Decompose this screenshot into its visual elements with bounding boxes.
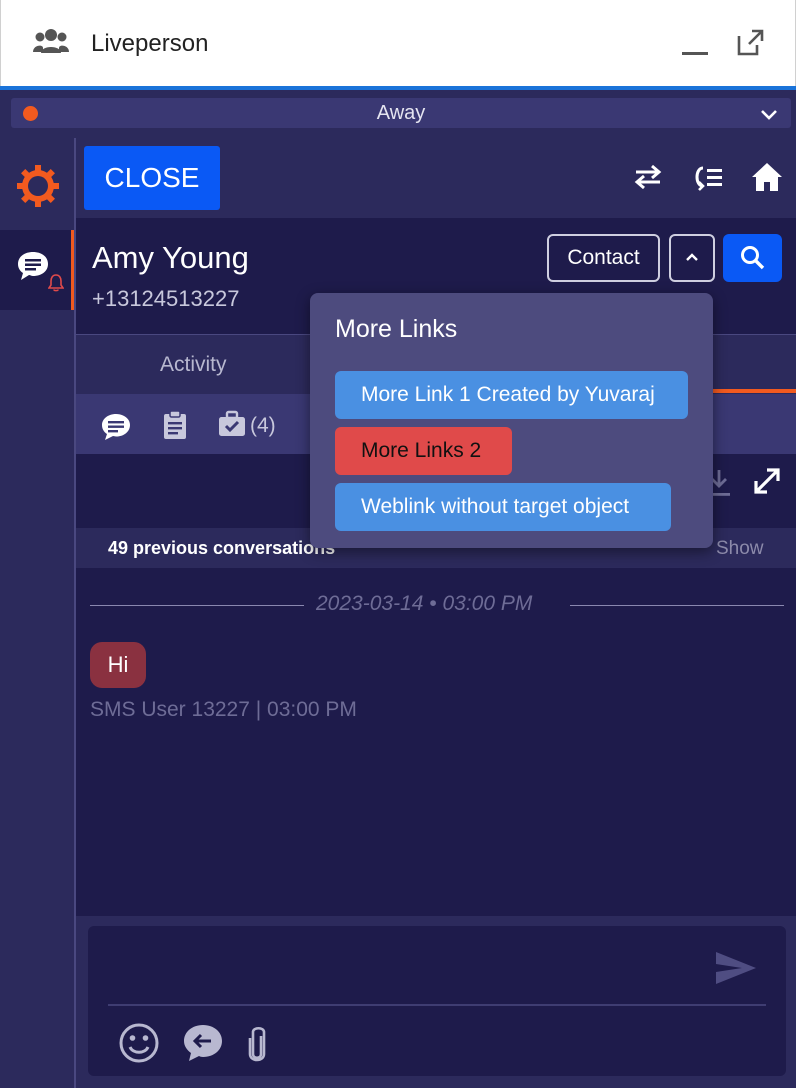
weblink-button[interactable]: Weblink without target object (335, 483, 671, 531)
home-icon[interactable] (750, 160, 784, 194)
status-dropdown[interactable]: Away (11, 98, 791, 128)
chevron-up-icon (686, 253, 698, 261)
date-divider-right (570, 605, 784, 606)
conversation-icon[interactable] (100, 412, 132, 442)
attachment-icon[interactable] (244, 1024, 270, 1064)
message-bubble: Hi (90, 642, 146, 688)
window-titlebar: Liveperson (0, 0, 796, 86)
queue-icon[interactable] (692, 162, 724, 192)
search-icon (741, 246, 765, 270)
more-link-1-button[interactable]: More Link 1 Created by Yuvaraj (335, 371, 688, 419)
date-divider-left (90, 605, 304, 606)
message-meta: SMS User 13227 | 03:00 PM (90, 698, 357, 721)
collapse-button[interactable] (669, 234, 715, 282)
more-links-title: More Links (335, 315, 458, 343)
contact-button[interactable]: Contact (547, 234, 660, 282)
transfer-icon[interactable] (632, 162, 664, 192)
case-check-icon[interactable] (218, 410, 246, 438)
sidebar-item-chat[interactable] (0, 230, 74, 310)
composer-divider (108, 1004, 766, 1006)
more-link-2-button[interactable]: More Links 2 (335, 427, 512, 475)
message-input[interactable] (88, 926, 786, 1076)
contact-phone: +13124513227 (92, 286, 240, 311)
search-button[interactable] (723, 234, 782, 282)
quick-reply-icon[interactable] (182, 1022, 224, 1064)
message-composer (76, 916, 796, 1088)
date-divider-label: 2023-03-14 • 03:00 PM (316, 592, 533, 615)
users-icon (33, 29, 69, 53)
emoji-icon[interactable] (118, 1022, 160, 1064)
chevron-down-icon[interactable] (759, 104, 779, 124)
contact-name: Amy Young (92, 240, 249, 275)
expand-icon[interactable] (752, 466, 782, 496)
minimize-icon[interactable] (681, 30, 709, 58)
send-icon[interactable] (714, 948, 758, 988)
gear-icon[interactable] (16, 164, 60, 208)
window-title: Liveperson (91, 30, 209, 57)
previous-conversations-label: 49 previous conversations (108, 538, 336, 558)
bell-icon (48, 274, 64, 292)
close-button[interactable]: CLOSE (84, 146, 220, 210)
left-sidebar (0, 138, 76, 1088)
status-bar: Away (0, 90, 796, 138)
show-previous-link[interactable]: Show (716, 538, 764, 560)
popout-icon[interactable] (735, 28, 765, 58)
more-links-popup: More Links More Link 1 Created by Yuvara… (310, 293, 713, 548)
top-toolbar: CLOSE (76, 138, 796, 218)
tab-activity[interactable]: Activity (160, 353, 227, 377)
clipboard-icon[interactable] (162, 410, 188, 440)
case-count: (4) (250, 414, 276, 437)
status-label: Away (376, 102, 426, 124)
chat-icon (18, 252, 48, 280)
chat-transcript: 2023-03-14 • 03:00 PM Hi SMS User 13227 … (76, 568, 796, 916)
